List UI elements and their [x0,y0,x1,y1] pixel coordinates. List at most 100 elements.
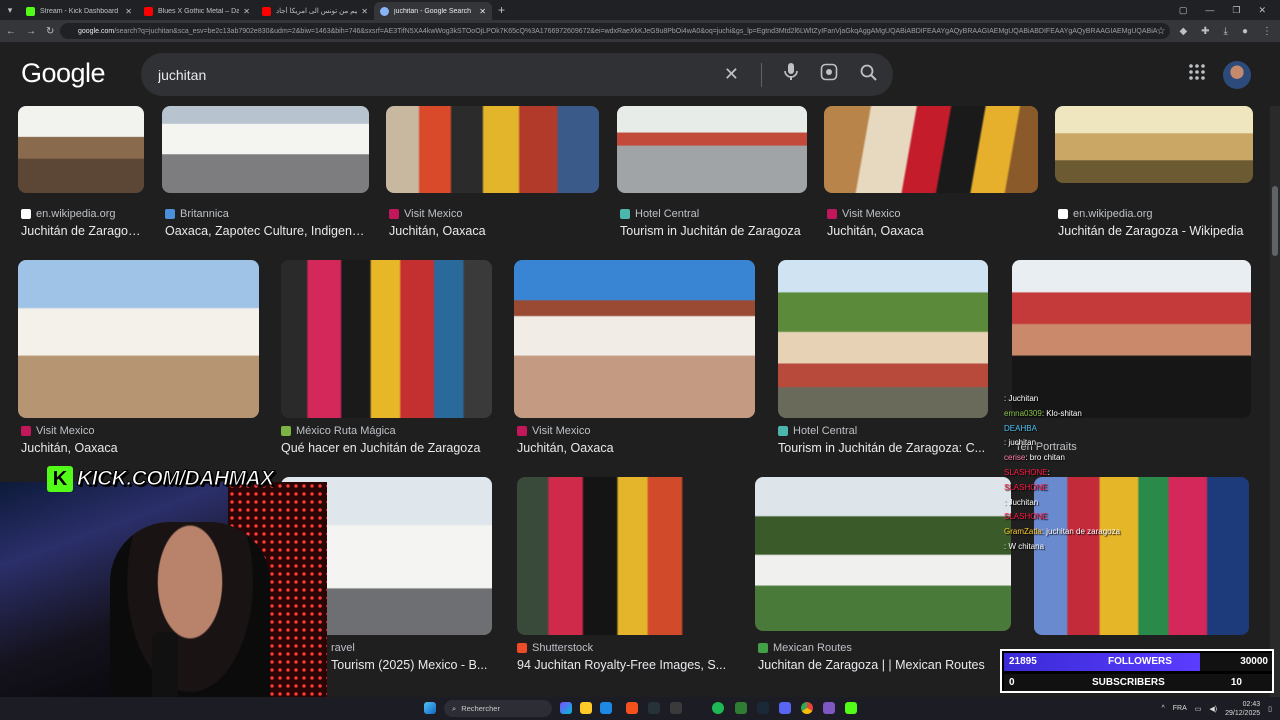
result-source[interactable]: Visit Mexico [389,208,462,220]
hotel-central-icon [778,426,788,436]
voice-search-icon[interactable] [784,63,798,86]
chrome-icon[interactable] [801,702,813,714]
streamer [110,522,270,702]
result-source[interactable]: Mexican Routes [758,642,852,654]
wikipedia-icon [1058,209,1068,219]
result-title[interactable]: Tourism in Juchitán de Zaragoza: C... [778,441,988,455]
language-indicator[interactable]: FRA [1173,705,1187,712]
app-icon[interactable] [823,702,835,714]
browser-menu-icon[interactable]: ⋮ [1262,26,1272,37]
tab-google-search[interactable]: juchitan - Google Search ✕ [374,2,492,20]
tab-close-icon[interactable]: ✕ [361,7,368,16]
notification-icon[interactable]: ▯ [1268,705,1272,713]
tab-blues-gothic[interactable]: Blues X Gothic Metal – Dark Ele ✕ [138,2,256,20]
result-source[interactable]: Britannica [165,208,229,220]
result-thumbnail[interactable] [386,106,599,193]
result-title[interactable]: Juchitán, Oaxaca [827,224,1027,238]
clock[interactable]: 02:43 29/12/2025 [1225,700,1260,718]
app-icon[interactable] [670,702,682,714]
network-icon[interactable]: ▭ [1195,705,1202,713]
clear-icon[interactable]: ✕ [724,64,739,85]
youtube-favicon-icon [144,6,153,16]
result-thumbnail[interactable] [755,477,1011,631]
result-source[interactable]: ravel [331,642,355,654]
steam-icon[interactable] [757,702,769,714]
volume-icon[interactable]: ◀) [1209,705,1217,713]
extensions-puzzle-icon[interactable]: ✚ [1201,26,1209,37]
tab-close-icon[interactable]: ✕ [243,7,250,16]
windows-start-icon[interactable] [424,702,436,714]
tab-kick-dashboard[interactable]: Stream - Kick Dashboard ✕ [20,2,138,20]
result-source[interactable]: Visit Mexico [827,208,900,220]
result-thumbnail[interactable] [162,106,369,193]
minimize-icon[interactable]: — [1205,5,1214,15]
spotify-icon[interactable] [712,702,724,714]
result-thumbnail[interactable] [778,260,988,418]
result-source[interactable]: en.wikipedia.org [21,208,116,220]
result-source[interactable]: Hotel Central [778,425,857,437]
result-thumbnail[interactable] [617,106,807,193]
result-source[interactable]: México Ruta Mágica [281,425,396,437]
result-title[interactable]: Juchitán de Zaragoza - Wikipedia [21,224,141,238]
terminal-icon[interactable] [648,702,660,714]
app-icon[interactable] [735,702,747,714]
back-icon[interactable]: ← [6,26,16,37]
app-icon[interactable] [626,702,638,714]
file-explorer-icon[interactable] [580,702,592,714]
search-input[interactable] [158,66,718,83]
google-favicon-icon [380,6,389,16]
result-thumbnail[interactable] [281,260,492,418]
result-title[interactable]: Oaxaca, Zapotec Culture, Indigenous... [165,224,365,238]
new-tab-icon[interactable]: + [498,3,505,17]
tab-youtube-arabic[interactable]: الجحيم من تونس الى امريكا أجاد ✕ [256,2,374,20]
result-title[interactable]: Tourism in Juchitán de Zaragoza [620,224,805,238]
result-thumbnail[interactable] [18,260,259,418]
google-logo[interactable]: Google [21,58,106,89]
result-thumbnail[interactable] [18,106,144,193]
result-source[interactable]: Visit Mexico [21,425,94,437]
result-thumbnail[interactable] [824,106,1038,193]
forward-icon[interactable]: → [26,26,36,37]
bookmark-star-icon[interactable]: ☆ [1156,26,1165,37]
extension-icon[interactable]: ◆ [1179,26,1187,37]
address-bar[interactable]: google.com/search?q=juchitan&sca_esv=be2… [60,23,1170,39]
result-title[interactable]: Tourism (2025) Mexico - B... [331,658,491,672]
profile-avatar-icon[interactable]: ● [1242,26,1248,37]
app-icon[interactable] [600,702,612,714]
lens-search-icon[interactable] [820,63,838,86]
scrollbar-thumb[interactable] [1272,186,1278,256]
downloads-icon[interactable]: ⤓ [1224,26,1228,37]
result-source[interactable]: Shutterstock [517,642,593,654]
profile-icon[interactable]: ▢ [1179,5,1188,16]
account-avatar[interactable] [1223,61,1251,89]
result-title[interactable]: Juchitán de Zaragoza - Wikipedia [1058,224,1253,238]
discord-icon[interactable] [779,702,791,714]
google-apps-icon[interactable] [1189,64,1205,85]
maximize-icon[interactable]: ❐ [1232,5,1240,16]
result-title[interactable]: Juchitán, Oaxaca [517,441,752,455]
page-scrollbar[interactable] [1270,106,1280,702]
result-source[interactable]: en.wikipedia.org [1058,208,1153,220]
chat-message: : Juchitan [1004,497,1039,507]
result-title[interactable]: Juchitan de Zaragoza | | Mexican Routes [758,658,1008,672]
result-title[interactable]: Juchitán, Oaxaca [21,441,256,455]
copilot-icon[interactable] [560,702,572,714]
result-title[interactable]: Juchitán, Oaxaca [389,224,589,238]
result-thumbnail[interactable] [517,477,733,635]
search-icon[interactable] [860,64,877,86]
taskbar-search[interactable]: ⌕ Rechercher [444,700,552,717]
result-title[interactable]: Qué hacer en Juchitán de Zaragoza [281,441,491,455]
search-box[interactable]: ✕ [141,53,893,96]
tab-close-icon[interactable]: ✕ [479,7,486,16]
kick-icon[interactable] [845,702,857,714]
result-title[interactable]: 94 Juchitan Royalty-Free Images, S... [517,658,732,672]
reload-icon[interactable]: ↻ [46,26,54,37]
result-thumbnail[interactable] [1055,106,1253,183]
tab-search-icon[interactable]: ▾ [0,0,20,20]
tray-chevron-icon[interactable]: ^ [1161,705,1164,712]
result-thumbnail[interactable] [514,260,755,418]
tab-close-icon[interactable]: ✕ [125,7,132,16]
close-window-icon[interactable]: ✕ [1258,5,1266,16]
result-source[interactable]: Hotel Central [620,208,699,220]
result-source[interactable]: Visit Mexico [517,425,590,437]
